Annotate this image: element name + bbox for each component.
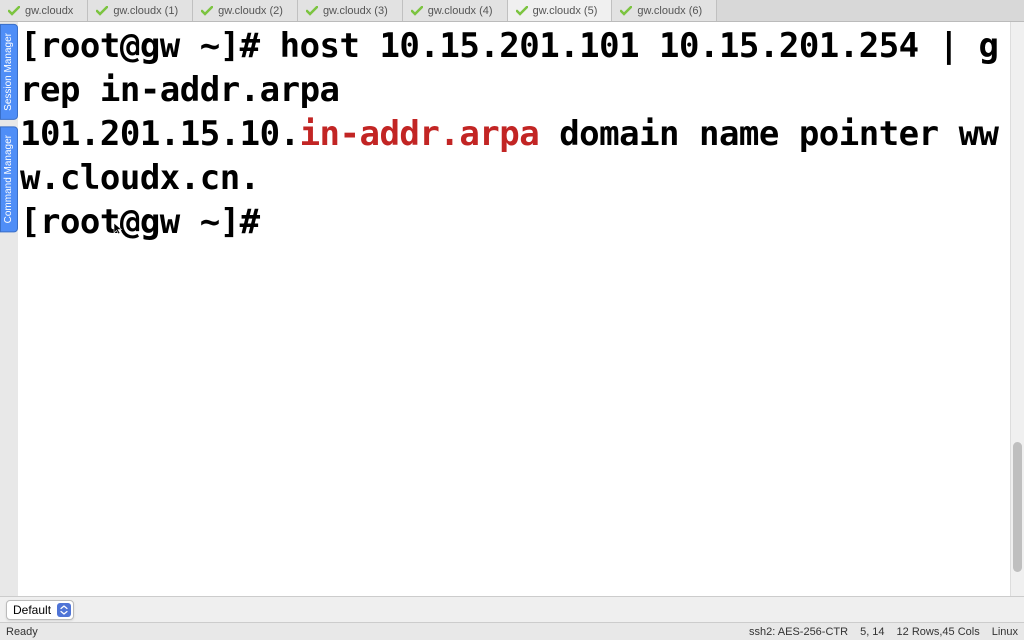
side-tab-command-manager[interactable]: Command Manager [0, 126, 18, 232]
terminal-prompt: [root@gw ~]# [20, 202, 280, 242]
terminal-line-2-highlight: in-addr.arpa [300, 114, 540, 154]
tab-label: gw.cloudx (1) [113, 5, 178, 17]
tab-bar: gw.cloudx gw.cloudx (1) gw.cloudx (2) gw… [0, 0, 1024, 22]
scrollbar[interactable] [1010, 22, 1024, 596]
tab-gw-cloudx-6[interactable]: gw.cloudx (6) [612, 0, 717, 21]
tab-label: gw.cloudx (2) [218, 5, 283, 17]
status-terminal-size: 12 Rows,45 Cols [897, 626, 980, 638]
check-icon [306, 6, 318, 16]
tab-gw-cloudx-3[interactable]: gw.cloudx (3) [298, 0, 403, 21]
tab-gw-cloudx-4[interactable]: gw.cloudx (4) [403, 0, 508, 21]
terminal-output[interactable]: [root@gw ~]# host 10.15.201.101 10.15.20… [18, 22, 1010, 596]
tab-gw-cloudx-2[interactable]: gw.cloudx (2) [193, 0, 298, 21]
tab-gw-cloudx-0[interactable]: gw.cloudx [0, 0, 88, 21]
check-icon [8, 6, 20, 16]
tab-label: gw.cloudx (6) [637, 5, 702, 17]
tab-label: gw.cloudx (5) [533, 5, 598, 17]
terminal-line-2a: 101.201.15.10. [20, 114, 300, 154]
check-icon [96, 6, 108, 16]
updown-icon [57, 603, 71, 617]
status-cursor-pos: 5, 14 [860, 626, 884, 638]
check-icon [516, 6, 528, 16]
side-tabs: Session Manager Command Manager [0, 22, 18, 596]
tab-label: gw.cloudx (4) [428, 5, 493, 17]
tab-gw-cloudx-1[interactable]: gw.cloudx (1) [88, 0, 193, 21]
status-connection: ssh2: AES-256-CTR [749, 626, 848, 638]
terminal-line-1: [root@gw ~]# host 10.15.201.101 10.15.20… [20, 26, 999, 110]
tab-label: gw.cloudx [25, 5, 73, 17]
status-bar: Ready ssh2: AES-256-CTR 5, 14 12 Rows,45… [0, 622, 1024, 640]
status-os: Linux [992, 626, 1018, 638]
profile-select[interactable]: Default [6, 600, 74, 620]
check-icon [411, 6, 423, 16]
check-icon [620, 6, 632, 16]
tab-label: gw.cloudx (3) [323, 5, 388, 17]
check-icon [201, 6, 213, 16]
scrollbar-thumb[interactable] [1013, 442, 1022, 572]
side-tab-session-manager[interactable]: Session Manager [0, 24, 18, 120]
bottom-bar: Default [0, 596, 1024, 622]
profile-select-value: Default [13, 603, 51, 617]
tab-gw-cloudx-5[interactable]: gw.cloudx (5) [508, 0, 613, 21]
status-ready: Ready [6, 626, 737, 638]
